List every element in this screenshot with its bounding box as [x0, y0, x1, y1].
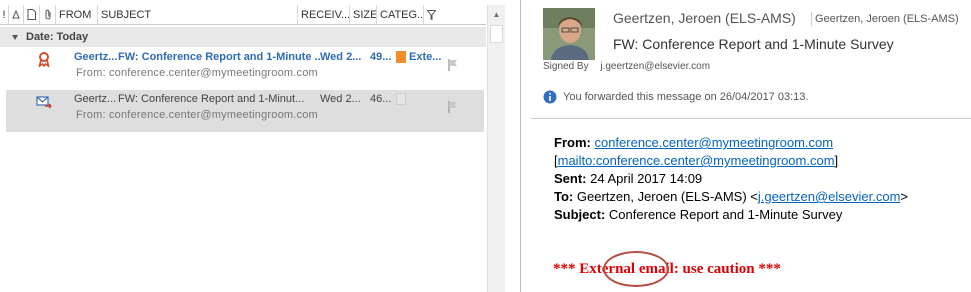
body-to-suffix: >	[900, 189, 909, 204]
flag-icon[interactable]	[446, 58, 460, 72]
message-body: From: conference.center@mymeetingroom.co…	[554, 134, 971, 224]
message-size: 49...	[370, 51, 392, 63]
body-from-line: From: conference.center@mymeetingroom.co…	[554, 134, 971, 152]
body-subject-line: Subject: Conference Report and 1-Minute …	[554, 206, 971, 224]
column-type[interactable]	[24, 4, 40, 25]
body-subject-label: Subject:	[554, 207, 606, 222]
message-category: Exte...	[409, 51, 441, 63]
column-subject[interactable]: SUBJECT	[98, 4, 298, 25]
mailto-close-bracket: ]	[834, 153, 839, 168]
body-from-label: From:	[554, 135, 591, 150]
reading-pane: Geertzen, Jeroen (ELS-AMS) Geertzen, Jer…	[520, 0, 971, 292]
column-from[interactable]: FROM	[56, 4, 98, 25]
category-color-swatch	[396, 51, 406, 63]
header-separator	[531, 118, 971, 119]
scroll-thumb[interactable]	[490, 25, 503, 43]
message-received: Wed 2...	[320, 51, 362, 63]
message-subject-heading: FW: Conference Report and 1-Minute Surve…	[613, 36, 894, 52]
award-icon	[38, 52, 50, 67]
body-to-link[interactable]: j.geertzen@elsevier.com	[758, 189, 901, 204]
message-subject: FW: Conference Report and 1-Minute ...	[118, 51, 320, 63]
message-preview: From: conference.center@mymeetingroom.co…	[76, 109, 318, 121]
column-categories[interactable]: CATEG...	[377, 4, 424, 25]
body-to-label: To:	[554, 189, 574, 204]
info-text: You forwarded this message on 26/04/2017…	[563, 91, 809, 103]
category-empty-box	[396, 93, 406, 105]
message-preview: From: conference.center@mymeetingroom.co…	[76, 67, 318, 79]
message-list-scrollbar[interactable]: ▲	[487, 5, 505, 292]
message-summary-line: Geertz... FW: Conference Report and 1-Mi…	[74, 93, 441, 107]
body-to-value: Geertzen, Jeroen (ELS-AMS) <	[576, 189, 758, 204]
forwarded-icon	[36, 96, 52, 109]
message-row[interactable]: Geertz... FW: Conference Report and 1-Mi…	[6, 48, 484, 90]
column-importance[interactable]: !	[0, 4, 9, 25]
bell-icon	[12, 9, 20, 18]
body-sent-value: 24 April 2017 14:09	[590, 171, 703, 186]
scroll-up-arrow-icon[interactable]: ▲	[488, 5, 505, 23]
message-list-pane: ! FROM SUBJECT RECEIV... SIZE CATEG... D…	[0, 0, 505, 292]
body-sent-line: Sent: 24 April 2017 14:09	[554, 170, 971, 188]
sender-name[interactable]: Geertzen, Jeroen (ELS-AMS)	[613, 10, 796, 26]
message-from: Geertz...	[74, 93, 117, 105]
message-summary-line: Geertz... FW: Conference Report and 1-Mi…	[74, 51, 441, 65]
info-icon	[543, 90, 557, 104]
message-row-selected[interactable]: Geertz... FW: Conference Report and 1-Mi…	[6, 90, 484, 132]
column-size[interactable]: SIZE	[350, 4, 377, 25]
document-icon	[27, 9, 36, 20]
signed-by-label: Signed By	[543, 61, 589, 72]
body-subject-value: Conference Report and 1-Minute Survey	[608, 207, 843, 222]
column-received[interactable]: RECEIV...	[298, 4, 350, 25]
signed-by-value[interactable]: j.geertzen@elsevier.com	[600, 61, 710, 72]
body-sent-label: Sent:	[554, 171, 587, 186]
collapse-triangle-icon[interactable]	[12, 34, 18, 40]
message-received: Wed 2...	[320, 93, 361, 105]
signed-by: Signed By j.geertzen@elsevier.com	[543, 61, 710, 72]
body-mailto-line: [mailto:conference.center@mymeetingroom.…	[554, 152, 971, 170]
header-divider	[811, 12, 812, 26]
column-reminder[interactable]	[9, 4, 24, 25]
info-bar[interactable]: You forwarded this message on 26/04/2017…	[543, 90, 808, 104]
column-header-row: ! FROM SUBJECT RECEIV... SIZE CATEG...	[0, 4, 486, 25]
message-subject: FW: Conference Report and 1-Minut...	[118, 93, 305, 105]
avatar	[543, 8, 595, 60]
column-attachment[interactable]	[40, 4, 56, 25]
message-category	[409, 93, 441, 107]
annotation-circle	[603, 251, 669, 287]
flag-filter-icon	[426, 9, 436, 20]
body-from-link[interactable]: conference.center@mymeetingroom.com	[594, 135, 833, 150]
body-mailto-link[interactable]: mailto:conference.center@mymeetingroom.c…	[558, 153, 835, 168]
paperclip-icon	[45, 9, 50, 20]
message-from: Geertz...	[74, 51, 118, 63]
message-size: 46...	[370, 93, 392, 105]
column-flag[interactable]	[424, 5, 438, 25]
group-label: Date: Today	[26, 31, 89, 43]
sender-recipient[interactable]: Geertzen, Jeroen (ELS-AMS)	[815, 13, 959, 25]
flag-icon[interactable]	[446, 100, 460, 114]
group-header-today[interactable]: Date: Today	[0, 27, 486, 47]
body-to-line: To: Geertzen, Jeroen (ELS-AMS) <j.geertz…	[554, 188, 971, 206]
